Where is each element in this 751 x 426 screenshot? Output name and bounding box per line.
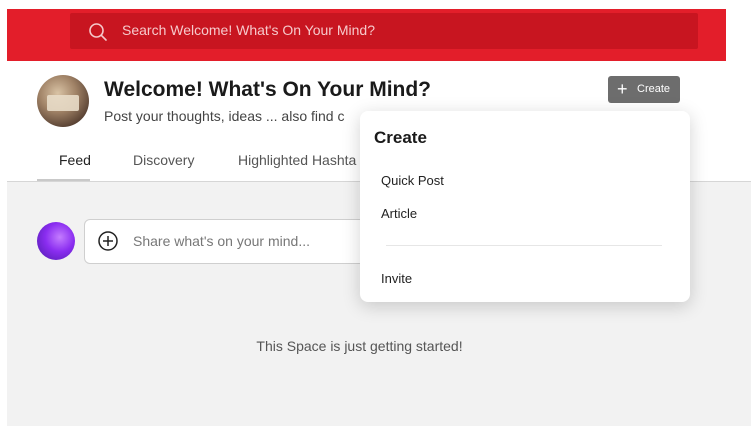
space-avatar[interactable] <box>37 75 89 127</box>
book-image <box>47 95 79 111</box>
tab-discovery[interactable]: Discovery <box>133 152 194 168</box>
create-button-label: Create <box>637 83 671 95</box>
menu-title: Create <box>374 128 427 147</box>
menu-item-quick-post[interactable]: Quick Post <box>381 173 444 188</box>
empty-state-text: This Space is just getting started! <box>256 338 463 354</box>
search-bar[interactable]: Search Welcome! What's On Your Mind? <box>70 13 698 49</box>
menu-item-invite[interactable]: Invite <box>381 271 412 286</box>
space-subtitle: Post your thoughts, ideas ... also find … <box>104 108 345 124</box>
plus-icon: + <box>617 79 628 99</box>
tab-feed[interactable]: Feed <box>59 152 91 168</box>
add-circle-icon[interactable] <box>98 231 118 251</box>
search-icon <box>89 23 107 41</box>
user-avatar[interactable] <box>37 222 75 260</box>
create-dropdown-menu: Create Quick Post Article Invite <box>360 111 690 302</box>
menu-divider <box>386 245 662 246</box>
tab-highlighted-hashtags[interactable]: Highlighted Hashta <box>238 152 356 168</box>
space-title: Welcome! What's On Your Mind? <box>104 78 432 101</box>
menu-item-article[interactable]: Article <box>381 206 417 221</box>
search-placeholder[interactable]: Search Welcome! What's On Your Mind? <box>122 22 375 38</box>
composer-placeholder[interactable]: Share what's on your mind... <box>133 233 310 249</box>
create-button[interactable]: + Create <box>608 76 680 103</box>
